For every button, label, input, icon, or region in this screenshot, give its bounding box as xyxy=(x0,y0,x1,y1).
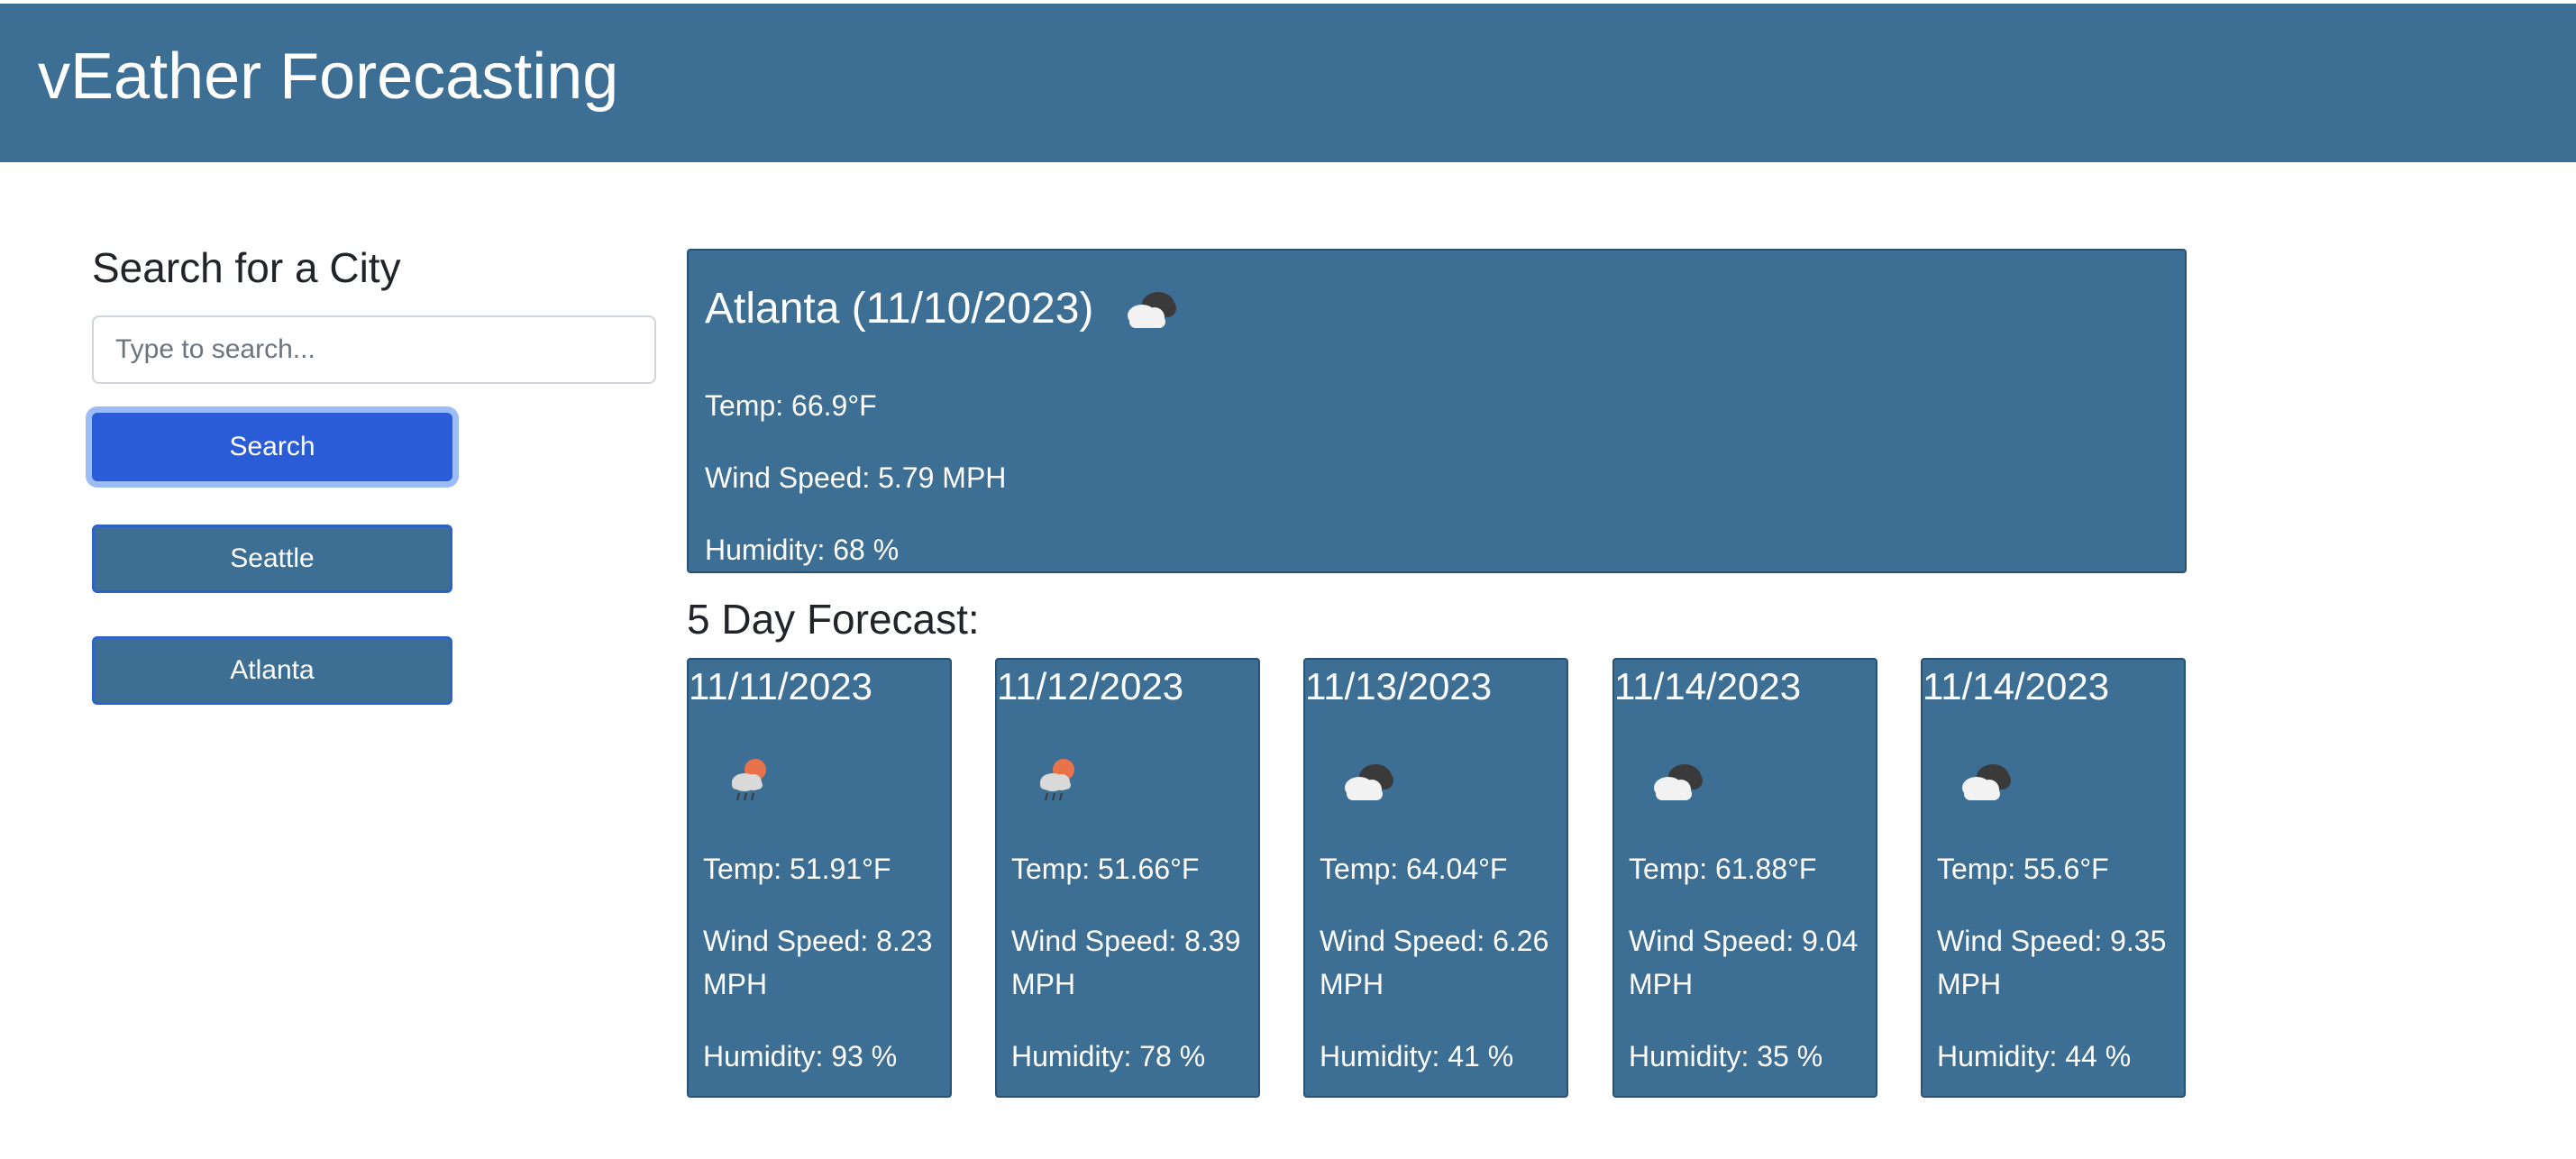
current-wind: Wind Speed: 5.79 MPH xyxy=(705,461,1007,494)
forecast-date: 11/14/2023 xyxy=(1614,665,1802,707)
forecast-temp: Temp: 61.88°F xyxy=(1629,853,1817,885)
forecast-card: 11/12/2023 Temp: 51.66°F Wind Speed: 8.3… xyxy=(995,658,1260,1098)
forecast-humidity: Humidity: 78 % xyxy=(1011,1040,1206,1072)
app-header: vEather Forecasting xyxy=(0,0,2576,162)
current-temp: Temp: 66.9°F xyxy=(705,389,877,422)
forecast-date: 11/11/2023 xyxy=(689,665,872,707)
current-weather-card: Atlanta (11/10/2023) Temp: 66.9°F Wind S… xyxy=(687,249,2187,573)
forecast-humidity: Humidity: 44 % xyxy=(1937,1040,2132,1072)
city-search-input[interactable] xyxy=(92,315,656,384)
forecast-humidity: Humidity: 93 % xyxy=(703,1040,898,1072)
forecast-card: 11/14/2023 Temp: 55.6°F Wind Speed: 9.35… xyxy=(1921,658,2186,1098)
search-sidebar: Search for a City Search Seattle Atlanta xyxy=(92,243,656,705)
app-title: vEather Forecasting xyxy=(38,41,619,113)
forecast-temp: Temp: 51.66°F xyxy=(1011,853,1200,885)
forecast-heading: 5 Day Forecast: xyxy=(687,596,980,643)
forecast-date: 11/14/2023 xyxy=(1923,665,2110,707)
cloudy-icon xyxy=(1641,750,1713,813)
forecast-card: 11/11/2023 Temp: 51.91°F Wind Speed: 8.2… xyxy=(687,658,952,1098)
forecast-temp: Temp: 51.91°F xyxy=(703,853,891,885)
forecast-wind: Wind Speed: 8.23 MPH xyxy=(703,925,933,1000)
cloudy-icon xyxy=(1332,750,1404,813)
forecast-wind: Wind Speed: 6.26 MPH xyxy=(1320,925,1549,1000)
cloudy-icon xyxy=(1115,281,1187,335)
forecast-date: 11/13/2023 xyxy=(1305,665,1493,707)
forecast-temp: Temp: 64.04°F xyxy=(1320,853,1508,885)
history-button-atlanta[interactable]: Atlanta xyxy=(92,636,452,705)
forecast-card: 11/13/2023 Temp: 64.04°F Wind Speed: 6.2… xyxy=(1303,658,1568,1098)
forecast-humidity: Humidity: 41 % xyxy=(1320,1040,1514,1072)
rain-sun-icon xyxy=(1024,750,1096,813)
current-humidity: Humidity: 68 % xyxy=(705,534,900,566)
forecast-temp: Temp: 55.6°F xyxy=(1937,853,2109,885)
search-button[interactable]: Search xyxy=(92,413,452,481)
forecast-wind: Wind Speed: 9.04 MPH xyxy=(1629,925,1859,1000)
forecast-wind: Wind Speed: 9.35 MPH xyxy=(1937,925,2167,1000)
forecast-wind: Wind Speed: 8.39 MPH xyxy=(1011,925,1241,1000)
search-heading: Search for a City xyxy=(92,244,401,291)
cloudy-icon xyxy=(1950,750,2022,813)
current-city-date: Atlanta (11/10/2023) xyxy=(705,284,1094,333)
rain-sun-icon xyxy=(716,750,788,813)
history-button-seattle[interactable]: Seattle xyxy=(92,525,452,593)
forecast-humidity: Humidity: 35 % xyxy=(1629,1040,1823,1072)
forecast-date: 11/12/2023 xyxy=(997,665,1184,707)
forecast-card: 11/14/2023 Temp: 61.88°F Wind Speed: 9.0… xyxy=(1612,658,1877,1098)
